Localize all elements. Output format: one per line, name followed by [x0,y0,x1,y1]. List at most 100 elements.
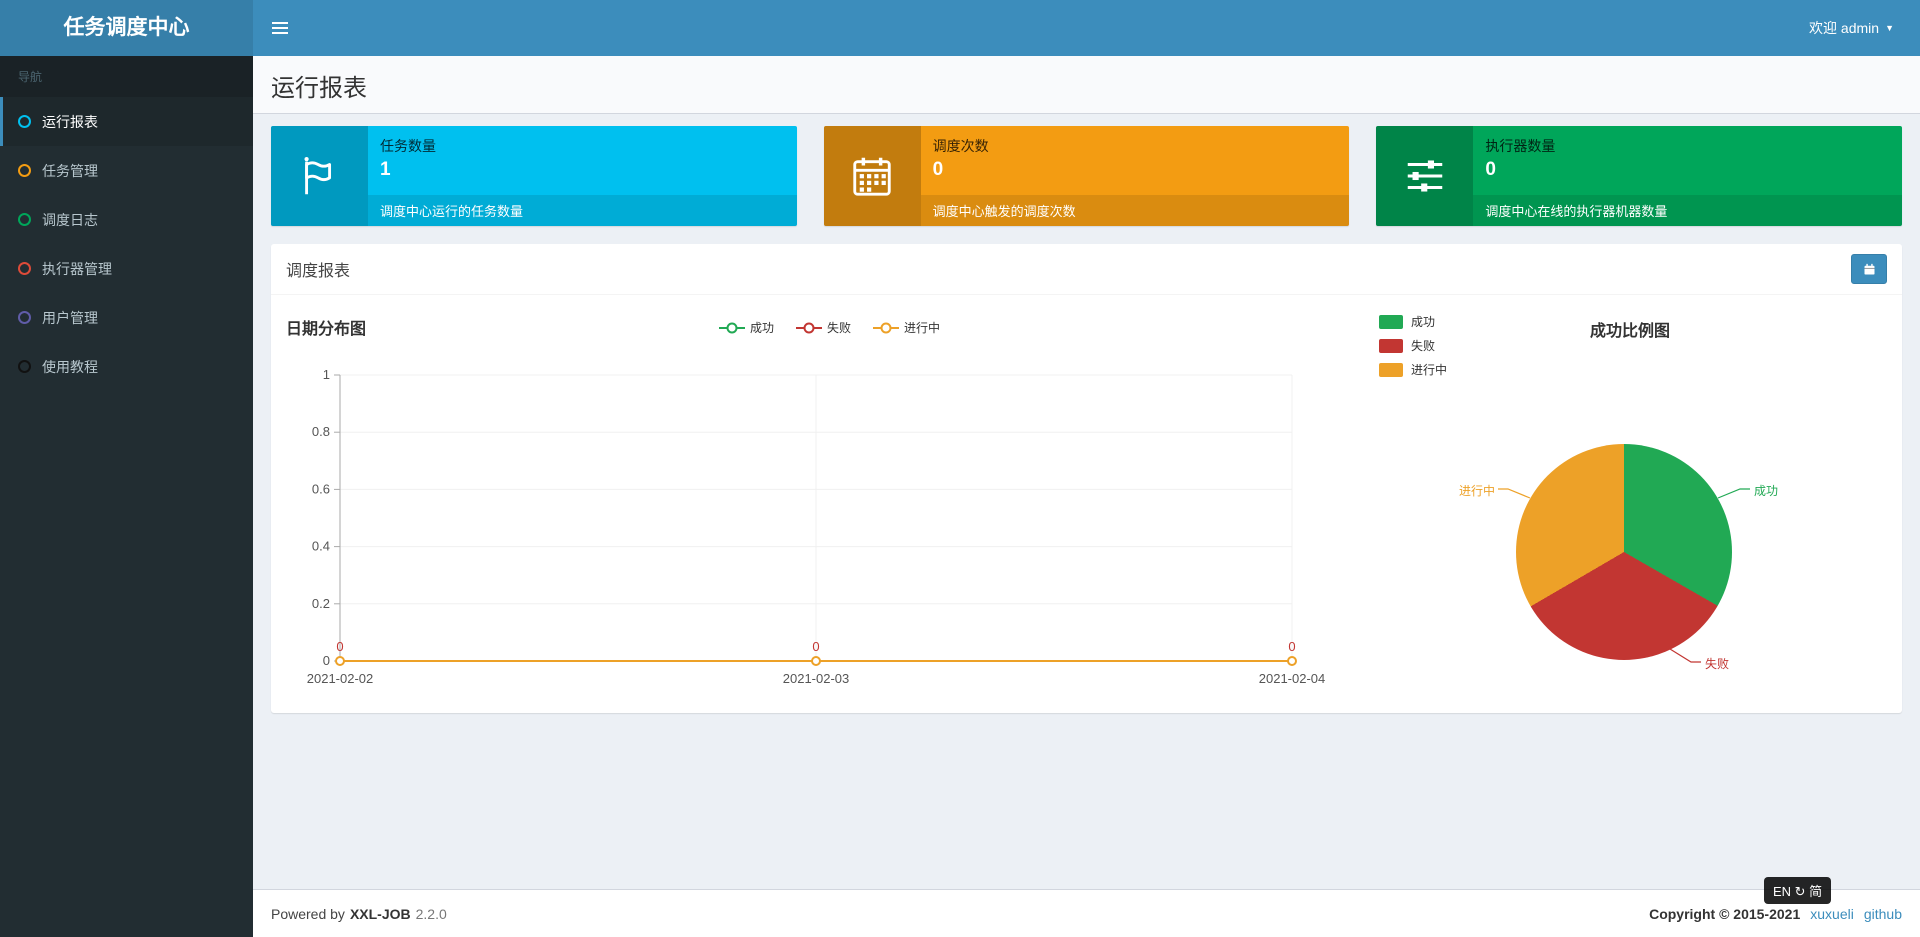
svg-text:0.4: 0.4 [312,539,330,554]
info-box-value: 0 [1485,159,1496,180]
info-box-value: 1 [380,159,391,180]
pie-label-fail: 失败 [1705,657,1730,671]
sidebar-item-label: 任务管理 [42,162,98,179]
info-box-content: 任务数量 1 调度中心运行的任务数量 [368,126,797,226]
info-box-task-count: 任务数量 1 调度中心运行的任务数量 [271,126,797,226]
app-logo[interactable]: 任务调度中心 [0,0,253,56]
line-marker-icon [795,322,822,334]
svg-text:2021-02-02: 2021-02-02 [307,671,374,686]
pie-chart-header: 成功 失败 进行中 成功比例图 [1373,309,1887,397]
calendar-icon [1864,263,1874,274]
welcome-text: 欢迎 admin [1809,20,1880,36]
page-title: 运行报表 [271,75,367,102]
info-box-desc: 调度中心在线的执行器机器数量 [1473,195,1903,226]
line-chart-legend: 成功 失败 进行中 [286,309,1373,336]
sidebar-item-label: 使用教程 [42,358,98,375]
pie-label-success: 成功 [1754,484,1779,498]
legend-item-running[interactable]: 进行中 [1379,361,1447,378]
svg-text:0.6: 0.6 [312,481,330,496]
dispatch-report-panel: 调度报表 日期分布图 成功 失败 进行中 0 0.2 0.4 0.6 0.8 1… [271,244,1902,713]
caret-down-icon: ▼ [1885,22,1894,33]
circle-outline-icon [18,213,31,226]
sidebar-nav-label: 导航 [0,56,253,97]
pie-chart-title: 成功比例图 [1589,323,1670,340]
info-box-executor-count: 执行器数量 0 调度中心在线的执行器机器数量 [1376,126,1903,226]
circle-outline-icon [18,262,31,275]
pie-label-running: 进行中 [1459,484,1496,498]
sidebar-toggle-button[interactable] [253,0,307,56]
content-wrapper: 运行报表 任务数量 1 调度中心运行的任务数量 调度次数 0 调度中心触发的调度… [253,56,1920,888]
powered-by: Powered by XXL-JOB 2.2.0 [271,905,447,922]
svg-text:2021-02-04: 2021-02-04 [1259,671,1326,686]
sidebar-item-task-management[interactable]: 任务管理 [0,146,253,195]
circle-outline-icon [18,360,31,373]
svg-text:0: 0 [336,639,343,654]
legend-item-fail[interactable]: 失败 [795,319,851,336]
flag-icon [271,126,368,226]
svg-text:0: 0 [812,639,819,654]
panel-header: 调度报表 [271,244,1902,295]
date-distribution-plot: 0 0.2 0.4 0.6 0.8 1 2021-02-02 2021-02-03 2021-0… [307,367,1326,686]
line-chart-title: 日期分布图 [286,321,367,338]
sidebar-item-run-report[interactable]: 运行报表 [0,97,253,146]
info-box-title: 调度次数 [932,138,989,154]
sidebar-menu: 运行报表 任务管理 调度日志 执行器管理 用户管理 使用教程 [0,97,253,391]
success-ratio-pie[interactable] [1516,444,1732,660]
sidebar-item-executor-management[interactable]: 执行器管理 [0,244,253,293]
info-box-title: 任务数量 [380,138,436,154]
line-marker-icon [718,322,745,334]
svg-text:0.8: 0.8 [312,424,330,439]
svg-text:0.2: 0.2 [312,596,330,611]
info-box-title: 执行器数量 [1485,138,1556,154]
circle-outline-icon [18,311,31,324]
ime-indicator-badge[interactable]: EN ↻ 简 [1764,877,1832,904]
circle-outline-icon [18,164,31,177]
xuxueli-link[interactable]: xuxueli [1810,906,1854,922]
info-box-row: 任务数量 1 调度中心运行的任务数量 调度次数 0 调度中心触发的调度次数 执行… [271,126,1903,226]
svg-text:1: 1 [323,367,330,382]
date-range-button[interactable] [1851,254,1887,284]
version-text: 2.2.0 [415,905,447,922]
panel-body: 日期分布图 成功 失败 进行中 0 0.2 0.4 0.6 0.8 1 2021… [271,295,1902,713]
info-box-trigger-count: 调度次数 0 调度中心触发的调度次数 [823,126,1350,226]
sliders-icon [1376,126,1474,226]
legend-item-running[interactable]: 进行中 [873,319,940,336]
github-link[interactable]: github [1864,906,1902,922]
sidebar: 导航 运行报表 任务管理 调度日志 执行器管理 用户管理 使用教程 [0,56,253,937]
content-header: 运行报表 [253,56,1920,114]
calendar-icon [823,126,921,226]
success-ratio-chart: 成功 失败 进行中 成功比例图 成功 失败 进行中 [1373,309,1887,697]
user-menu[interactable]: 欢迎 admin ▼ [1803,0,1900,56]
sidebar-item-label: 运行报表 [42,113,98,130]
info-box-content: 执行器数量 0 调度中心在线的执行器机器数量 [1473,126,1903,226]
circle-outline-icon [18,115,31,128]
svg-text:0: 0 [1288,639,1295,654]
line-marker-icon [873,322,899,334]
swatch-icon [1379,362,1403,377]
hamburger-icon [272,22,288,34]
page-footer: Powered by XXL-JOB 2.2.0 Copyright © 201… [253,889,1920,937]
legend-item-success[interactable]: 成功 [718,319,774,336]
info-box-desc: 调度中心运行的任务数量 [368,195,797,226]
info-box-value: 0 [932,159,944,180]
brand-name: XXL-JOB [349,905,411,922]
svg-text:0: 0 [323,653,330,668]
copyright-area: Copyright © 2015-2021 xuxueli github [1649,906,1902,922]
sidebar-item-label: 执行器管理 [42,260,112,277]
navbar: 欢迎 admin ▼ [253,0,1920,56]
line-chart-header: 日期分布图 成功 失败 进行中 [286,309,1373,361]
pie-chart-area: 成功 失败 进行中 [1373,397,1887,697]
svg-text:2021-02-03: 2021-02-03 [783,671,850,686]
copyright-text: Copyright © 2015-2021 [1649,905,1801,922]
info-box-content: 调度次数 0 调度中心触发的调度次数 [920,126,1350,226]
sidebar-item-user-management[interactable]: 用户管理 [0,293,253,342]
info-box-desc: 调度中心触发的调度次数 [920,195,1350,226]
content: 任务数量 1 调度中心运行的任务数量 调度次数 0 调度中心触发的调度次数 执行… [253,114,1920,713]
date-distribution-chart: 日期分布图 成功 失败 进行中 0 0.2 0.4 0.6 0.8 1 2021… [286,309,1373,697]
panel-title: 调度报表 [286,263,351,280]
sidebar-item-label: 调度日志 [42,211,98,228]
sidebar-item-label: 用户管理 [42,309,98,326]
top-header: 任务调度中心 欢迎 admin ▼ [0,0,1920,56]
sidebar-item-tutorial[interactable]: 使用教程 [0,342,253,391]
sidebar-item-schedule-log[interactable]: 调度日志 [0,195,253,244]
